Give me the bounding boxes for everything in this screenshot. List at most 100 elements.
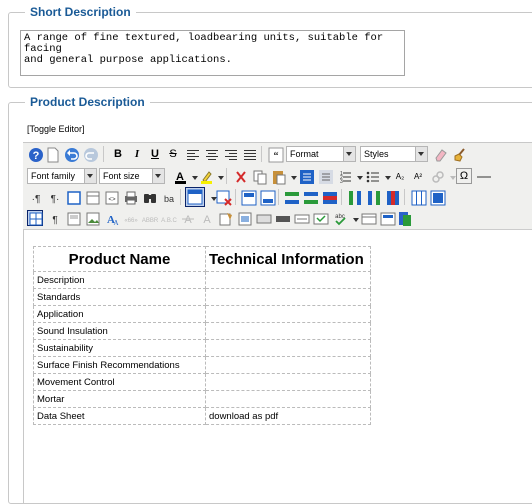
- copy-icon[interactable]: [251, 168, 267, 185]
- delete-column-icon[interactable]: [384, 189, 400, 205]
- replace-icon[interactable]: ba: [160, 189, 176, 205]
- acronym-icon[interactable]: A.B.C: [160, 210, 177, 226]
- styles-select[interactable]: Styles: [360, 146, 428, 162]
- table-cell[interactable]: Surface Finish Recommendations: [33, 356, 206, 374]
- table-cell[interactable]: [205, 322, 371, 340]
- insert-layer-icon[interactable]: [65, 210, 81, 226]
- special-character-button[interactable]: Ω: [456, 168, 472, 184]
- superscript-button[interactable]: A²: [410, 168, 426, 184]
- link-dropdown-icon[interactable]: [444, 168, 456, 184]
- table-cell[interactable]: [205, 271, 371, 289]
- align-center-icon[interactable]: [203, 146, 219, 162]
- abbreviation-icon[interactable]: ABBR: [141, 210, 158, 226]
- insert-date-icon[interactable]: [360, 210, 377, 226]
- insert-table-dropdown-icon[interactable]: [205, 189, 217, 205]
- table-cell[interactable]: Data Sheet: [33, 407, 206, 425]
- undo-icon[interactable]: [63, 146, 79, 162]
- header-technical-information[interactable]: Technical Information: [205, 246, 371, 272]
- table-cell[interactable]: [205, 390, 371, 408]
- deletion-icon[interactable]: A: [179, 210, 195, 226]
- font-size-select[interactable]: Font size: [99, 168, 165, 184]
- header-product-name[interactable]: Product Name: [33, 246, 206, 272]
- show-blocks-icon[interactable]: ¶: [46, 210, 62, 226]
- align-right-icon[interactable]: [222, 146, 238, 162]
- table-cell[interactable]: [205, 356, 371, 374]
- numbered-list-dropdown-icon[interactable]: [351, 168, 363, 184]
- short-description-textarea[interactable]: [20, 30, 405, 76]
- paragraph-ltr-icon[interactable]: ¶·: [46, 189, 62, 205]
- row-after-icon[interactable]: [259, 189, 276, 206]
- insert-file-icon[interactable]: [236, 210, 252, 226]
- align-left-icon[interactable]: [184, 146, 200, 162]
- product-info-table[interactable]: Product Name Technical Information Descr…: [33, 246, 371, 425]
- merge-cells-icon[interactable]: [429, 189, 446, 206]
- insert-image-icon[interactable]: [84, 210, 100, 226]
- table-cell[interactable]: Movement Control: [33, 373, 206, 391]
- bullet-list-dropdown-icon[interactable]: [379, 168, 391, 184]
- blockquote-icon[interactable]: “: [267, 146, 284, 163]
- eraser-icon[interactable]: [432, 146, 448, 162]
- template-icon[interactable]: [293, 210, 310, 226]
- strikethrough-button[interactable]: S: [165, 146, 181, 162]
- bold-button[interactable]: B: [110, 146, 126, 162]
- horizontal-rule-icon[interactable]: [475, 168, 491, 184]
- paste-icon[interactable]: [270, 168, 286, 185]
- table-cell[interactable]: Sustainability: [33, 339, 206, 357]
- font-family-select[interactable]: Font family: [27, 168, 97, 184]
- delete-table-icon[interactable]: [215, 189, 232, 206]
- table-cell[interactable]: Standards: [33, 288, 206, 306]
- toggle-editor-link[interactable]: [Toggle Editor]: [27, 124, 85, 134]
- insert-media-icon[interactable]: [255, 210, 272, 226]
- help-icon[interactable]: ?: [27, 146, 43, 162]
- paste-dropdown-icon[interactable]: [285, 168, 297, 184]
- style-props-icon[interactable]: AA: [103, 210, 119, 227]
- insert-column-after-icon[interactable]: [365, 189, 381, 205]
- table-cell[interactable]: [205, 305, 371, 323]
- table-cell[interactable]: Application: [33, 305, 206, 323]
- search-icon[interactable]: [141, 189, 157, 205]
- table-cell[interactable]: [205, 339, 371, 357]
- insert-row-after-icon[interactable]: [302, 189, 318, 205]
- highlight-dropdown-icon[interactable]: [212, 168, 224, 184]
- new-document-icon[interactable]: [44, 146, 60, 163]
- spellcheck-icon[interactable]: abc: [331, 210, 347, 226]
- document-properties-icon[interactable]: [396, 210, 412, 226]
- delete-row-icon[interactable]: [321, 189, 337, 205]
- table-cell[interactable]: Sound Insulation: [33, 322, 206, 340]
- cut-icon[interactable]: [232, 168, 248, 184]
- insert-nonbreaking-icon[interactable]: [274, 210, 290, 226]
- table-layout-icon[interactable]: [27, 210, 43, 226]
- pagebreak-icon[interactable]: [312, 210, 329, 226]
- insert-column-icon[interactable]: [346, 189, 362, 205]
- visual-aid-icon[interactable]: [84, 189, 100, 205]
- align-justify-icon[interactable]: [241, 146, 257, 162]
- insert-row-icon[interactable]: [283, 189, 299, 205]
- link-icon[interactable]: [429, 168, 445, 184]
- indent-icon[interactable]: [317, 168, 333, 184]
- bullet-list-icon[interactable]: [364, 168, 380, 184]
- cleanup-broom-icon[interactable]: [451, 146, 467, 162]
- redo-icon[interactable]: [82, 146, 98, 162]
- outdent-icon[interactable]: [298, 168, 314, 184]
- spellcheck-dropdown-icon[interactable]: [347, 210, 359, 226]
- format-select[interactable]: Format: [286, 146, 356, 162]
- table-cell[interactable]: [205, 373, 371, 391]
- attributes-icon[interactable]: [217, 210, 233, 226]
- table-cell[interactable]: download as pdf: [205, 407, 371, 425]
- italic-button[interactable]: I: [129, 146, 145, 162]
- table-cell[interactable]: Mortar: [33, 390, 206, 408]
- fullscreen-icon[interactable]: [65, 189, 81, 205]
- table-cell[interactable]: Description: [33, 271, 206, 289]
- insert-table-icon[interactable]: [185, 187, 205, 207]
- print-icon[interactable]: [122, 189, 138, 205]
- subscript-button[interactable]: A₂: [392, 168, 408, 184]
- table-cell[interactable]: [205, 288, 371, 306]
- row-before-icon[interactable]: [240, 189, 257, 206]
- insert-time-icon[interactable]: [379, 210, 396, 226]
- code-icon[interactable]: <>: [103, 189, 119, 205]
- numbered-list-icon[interactable]: 123: [336, 168, 352, 185]
- citation-icon[interactable]: «66»: [122, 210, 138, 226]
- text-color-dropdown-icon[interactable]: [186, 168, 198, 184]
- insertion-icon[interactable]: A: [198, 210, 214, 226]
- split-cells-icon[interactable]: [410, 189, 427, 206]
